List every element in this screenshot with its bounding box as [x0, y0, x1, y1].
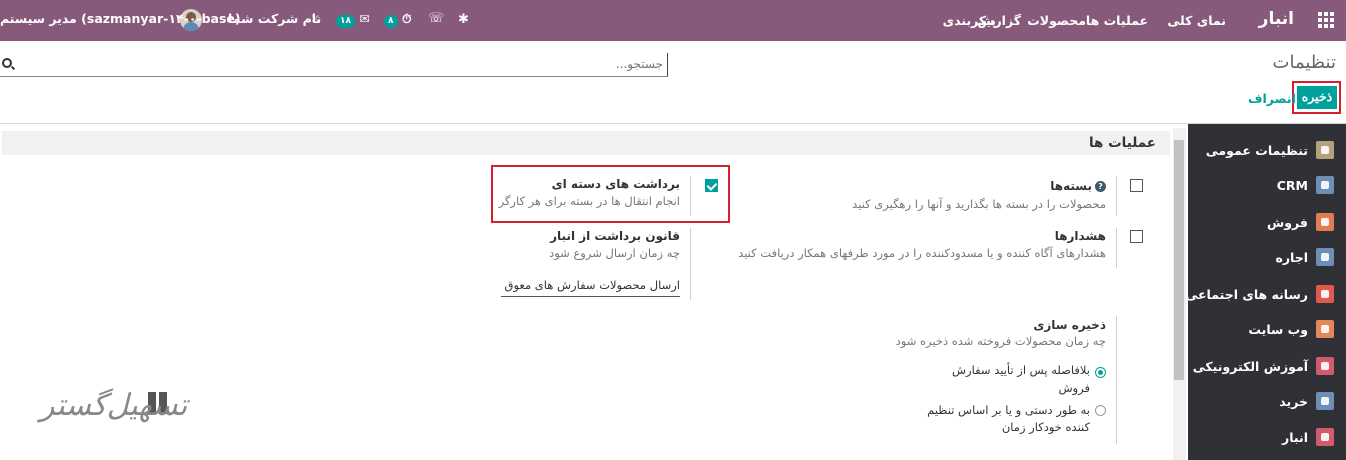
box-icon	[1316, 428, 1334, 446]
sidebar-item-label: تنظیمات عمومی	[1205, 142, 1308, 158]
app-name[interactable]: انبار	[1259, 9, 1294, 29]
sidebar-item-label: فروش	[1267, 214, 1308, 230]
globe-icon	[1316, 320, 1334, 338]
user-menu[interactable]: مدیر سیستم (sazmanyar-۱۴-۰-base)	[0, 11, 241, 26]
chart-icon	[1316, 213, 1334, 231]
sidebar-item-general[interactable]: تنظیمات عمومی	[1206, 140, 1334, 160]
sidebar-item-label: آموزش الکترونیکی	[1192, 358, 1308, 374]
divider	[690, 228, 691, 300]
activities-badge: ۸	[384, 15, 398, 28]
packages-checkbox[interactable]	[1130, 179, 1143, 192]
elearning-icon	[1316, 357, 1334, 375]
reserve-immediately-label-2[interactable]: فروش	[1059, 381, 1090, 395]
reserve-immediately-radio[interactable]	[1095, 367, 1106, 378]
divider	[0, 123, 1346, 124]
removal-strategy-select[interactable]: ارسال محصولات سفارش های معوق به	[501, 278, 680, 297]
activities-icon[interactable]: ۸ ⏱	[384, 11, 412, 28]
reserve-manual-label-1[interactable]: به طور دستی و یا بر اساس تنظیم	[927, 403, 1090, 417]
warnings-title: هشدارها	[1054, 229, 1106, 243]
section-header: عملیات ها	[2, 131, 1170, 155]
removal-title: قانون برداشت از انبار	[550, 229, 680, 243]
removal-desc: چه زمان ارسال شروع شود	[549, 246, 680, 260]
scrollbar-thumb[interactable]	[1174, 140, 1184, 380]
scrollbar[interactable]	[1173, 128, 1186, 460]
sidebar-item-sales[interactable]: فروش	[1267, 212, 1334, 232]
messages-icon[interactable]: ۱۸ ✉	[336, 11, 370, 28]
sidebar-item-label: خرید	[1279, 393, 1308, 409]
divider	[1116, 316, 1117, 444]
search-bar[interactable]	[0, 53, 668, 77]
warnings-checkbox[interactable]	[1130, 230, 1143, 243]
watermark: تسهیل‌گستر	[40, 388, 188, 423]
discard-button[interactable]: انصراف	[1248, 91, 1296, 106]
settings-sidebar: تنظیمات عمومی CRM فروش اجاره رسانه های ا…	[1185, 124, 1346, 460]
bug-icon[interactable]: ✱	[458, 12, 469, 27]
phone-icon[interactable]: ☏	[428, 11, 444, 26]
card-icon	[1316, 392, 1334, 410]
apps-menu-icon[interactable]	[1318, 12, 1334, 28]
menu-overview[interactable]: نمای کلی	[1167, 13, 1226, 28]
sidebar-item-label: رسانه های اجتماعی	[1185, 286, 1308, 302]
reserve-immediately-label-1[interactable]: بلافاصله پس از تأیید سفارش	[952, 363, 1090, 377]
sidebar-item-social[interactable]: رسانه های اجتماعی	[1185, 284, 1334, 304]
page-title: تنظیمات	[1272, 52, 1336, 73]
sidebar-item-rental[interactable]: اجاره	[1275, 247, 1334, 267]
sidebar-item-label: CRM	[1276, 177, 1308, 193]
reservation-desc: چه زمان محصولات فروخته شده ذخیره شود	[895, 334, 1106, 348]
search-input[interactable]	[23, 55, 663, 73]
messages-badge: ۱۸	[336, 15, 355, 28]
reserve-manual-radio[interactable]	[1095, 405, 1106, 416]
menu-configuration[interactable]: پیکربندی	[943, 13, 996, 28]
sidebar-item-inventory[interactable]: انبار	[1282, 427, 1334, 447]
sidebar-item-elearning[interactable]: آموزش الکترونیکی	[1193, 356, 1334, 376]
handshake-icon	[1316, 176, 1334, 194]
section-title: عملیات ها	[1088, 135, 1156, 151]
help-icon[interactable]: ?	[1095, 181, 1106, 192]
rental-icon	[1316, 248, 1334, 266]
packages-title: ?بسته‌ها	[1050, 179, 1106, 193]
sidebar-item-website[interactable]: وب سایت	[1248, 319, 1334, 339]
menu-products[interactable]: محصولات	[1027, 13, 1086, 28]
batch-picking-checkbox[interactable]	[705, 179, 718, 192]
sidebar-item-crm[interactable]: CRM	[1277, 175, 1334, 195]
gear-icon	[1316, 141, 1334, 159]
batch-picking-desc: انجام انتقال ها در بسته برای هر کارگر	[498, 194, 680, 208]
thumbs-up-icon	[1316, 285, 1334, 303]
reserve-manual-label-2[interactable]: کننده خودکار زمان	[1002, 420, 1090, 434]
warnings-desc: هشدارهای آگاه کننده و یا مسدودکننده را د…	[738, 246, 1106, 260]
sidebar-item-label: اجاره	[1275, 249, 1308, 265]
divider	[690, 176, 691, 216]
packages-desc: محصولات را در بسته ها بگذارید و آنها را …	[852, 197, 1106, 211]
menu-operations[interactable]: عملیات ها	[1086, 13, 1148, 28]
batch-picking-title: برداشت های دسته ای	[551, 177, 680, 191]
packages-title-text: بسته‌ها	[1050, 179, 1092, 193]
reservation-title: ذخیره سازی	[1033, 318, 1106, 332]
divider	[1116, 176, 1117, 216]
sidebar-item-purchase[interactable]: خرید	[1279, 391, 1334, 411]
search-icon[interactable]	[2, 58, 12, 68]
sidebar-item-label: انبار	[1282, 429, 1308, 445]
company-switcher[interactable]: نام شرکت شما	[228, 11, 321, 26]
save-button[interactable]: ذخیره	[1297, 86, 1337, 109]
top-navbar: انبار نمای کلی عملیات ها محصولات گزارش پ…	[0, 0, 1346, 41]
divider	[1116, 228, 1117, 268]
sidebar-item-label: وب سایت	[1248, 321, 1308, 337]
